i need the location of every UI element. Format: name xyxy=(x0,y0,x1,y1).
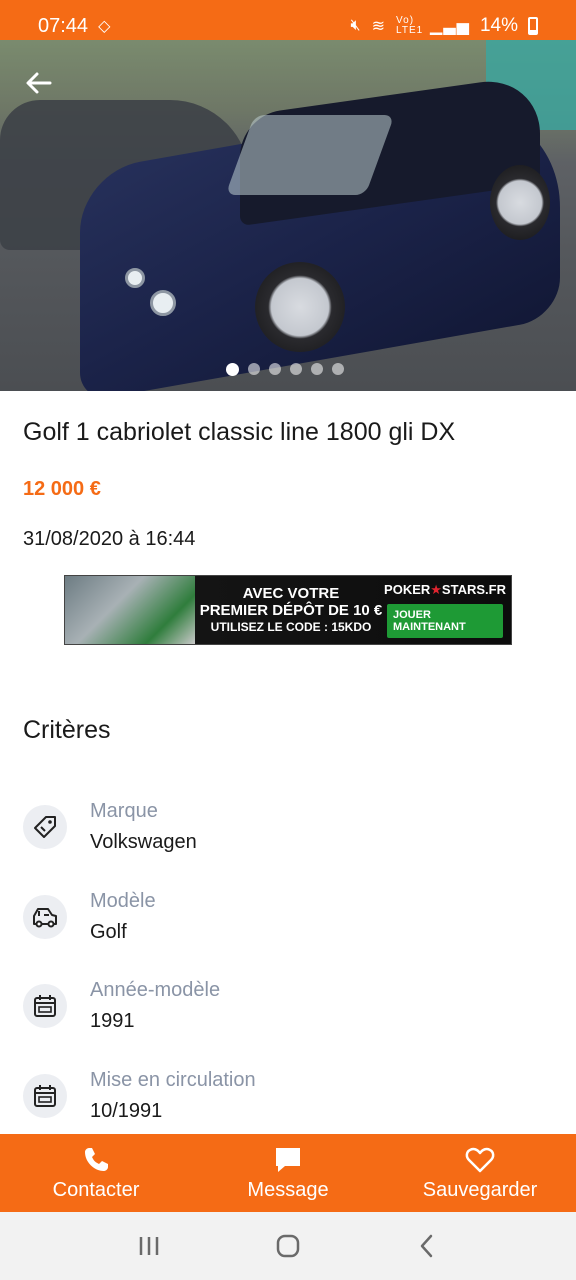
phone-icon xyxy=(85,1147,108,1171)
gallery-dot[interactable] xyxy=(332,363,344,375)
gallery-dot[interactable] xyxy=(311,363,323,375)
criteria-title: Critères xyxy=(23,716,111,744)
ad-image xyxy=(65,576,195,644)
gallery-dot[interactable] xyxy=(226,363,239,376)
battery-icon xyxy=(528,17,538,35)
system-nav-bar xyxy=(0,1212,576,1280)
message-label: Message xyxy=(247,1178,329,1201)
listing-photo[interactable] xyxy=(0,40,576,391)
ad-text: AVEC VOTRE PREMIER DÉPÔT DE 10 € UTILISE… xyxy=(195,585,387,636)
criteria-label: Année-modèle xyxy=(90,979,221,1001)
recent-apps-icon[interactable] xyxy=(129,1226,169,1266)
contact-button[interactable]: Contacter xyxy=(0,1134,192,1212)
criteria-item-model-year: Année-modèle 1991 xyxy=(23,971,553,1041)
gallery-dot[interactable] xyxy=(269,363,281,375)
ad-logo: POKER★STARS.FR xyxy=(384,582,506,598)
criteria-item-model: Modèle Golf xyxy=(23,882,553,952)
car-icon xyxy=(23,895,67,939)
car-rear-wheel xyxy=(490,165,550,240)
wifi-icon: ≋ xyxy=(371,18,387,35)
gallery-pagination xyxy=(226,363,344,376)
home-icon[interactable] xyxy=(268,1226,308,1266)
car-headlight xyxy=(150,290,176,316)
calendar-icon xyxy=(23,1074,67,1118)
criteria-value: Golf xyxy=(90,921,127,943)
chat-bubble-icon xyxy=(276,1147,300,1172)
car-headlight xyxy=(125,268,145,288)
star-icon: ★ xyxy=(430,582,442,597)
notification-icon: ◇ xyxy=(98,18,112,35)
criteria-label: Mise en circulation xyxy=(90,1069,256,1091)
listing-title: Golf 1 cabriolet classic line 1800 gli D… xyxy=(23,418,456,446)
criteria-value: 10/1991 xyxy=(90,1100,163,1122)
status-time: 07:44 xyxy=(38,14,89,37)
action-bar: Contacter Message Sauvegarder xyxy=(0,1134,576,1212)
car-front-wheel xyxy=(255,262,345,352)
contact-label: Contacter xyxy=(52,1178,140,1201)
listing-price: 12 000 € xyxy=(23,478,101,500)
listing-date: 31/08/2020 à 16:44 xyxy=(23,528,196,550)
message-button[interactable]: Message xyxy=(192,1134,384,1212)
criteria-label: Modèle xyxy=(90,890,156,912)
save-button[interactable]: Sauvegarder xyxy=(384,1134,576,1212)
save-label: Sauvegarder xyxy=(422,1178,538,1201)
gallery-dot[interactable] xyxy=(290,363,302,375)
network-label: Vo) LTE1 xyxy=(396,15,424,36)
calendar-icon xyxy=(23,984,67,1028)
mute-icon: 🔇︎ xyxy=(350,17,362,34)
ad-line-1: AVEC VOTRE xyxy=(242,584,340,602)
ad-logo-suffix: STARS.FR xyxy=(441,582,506,597)
ad-line-2: PREMIER DÉPÔT DE 10 € xyxy=(199,601,383,619)
heart-icon xyxy=(465,1147,495,1172)
ad-logo-text: POKER xyxy=(384,582,431,597)
car-windshield xyxy=(225,115,395,195)
gallery-dot[interactable] xyxy=(248,363,260,375)
ad-cta-button[interactable]: JOUER MAINTENANT xyxy=(387,604,503,638)
tag-icon xyxy=(23,805,67,849)
criteria-value: 1991 xyxy=(90,1010,135,1032)
ad-brand: POKER★STARS.FR JOUER MAINTENANT xyxy=(384,582,511,638)
criteria-value: Volkswagen xyxy=(90,831,197,853)
criteria-item-brand: Marque Volkswagen xyxy=(23,792,553,862)
signal-icon: ▁▃▅ xyxy=(430,18,470,35)
ad-line-3: UTILISEZ LE CODE : 15KDO xyxy=(210,619,372,634)
criteria-item-registration: Mise en circulation 10/1991 xyxy=(23,1061,553,1131)
ad-banner[interactable]: AVEC VOTRE PREMIER DÉPÔT DE 10 € UTILISE… xyxy=(64,575,512,645)
back-nav-icon[interactable] xyxy=(407,1226,447,1266)
back-arrow-icon[interactable] xyxy=(24,68,54,98)
battery-percent: 14% xyxy=(479,15,518,36)
criteria-label: Marque xyxy=(90,800,158,822)
